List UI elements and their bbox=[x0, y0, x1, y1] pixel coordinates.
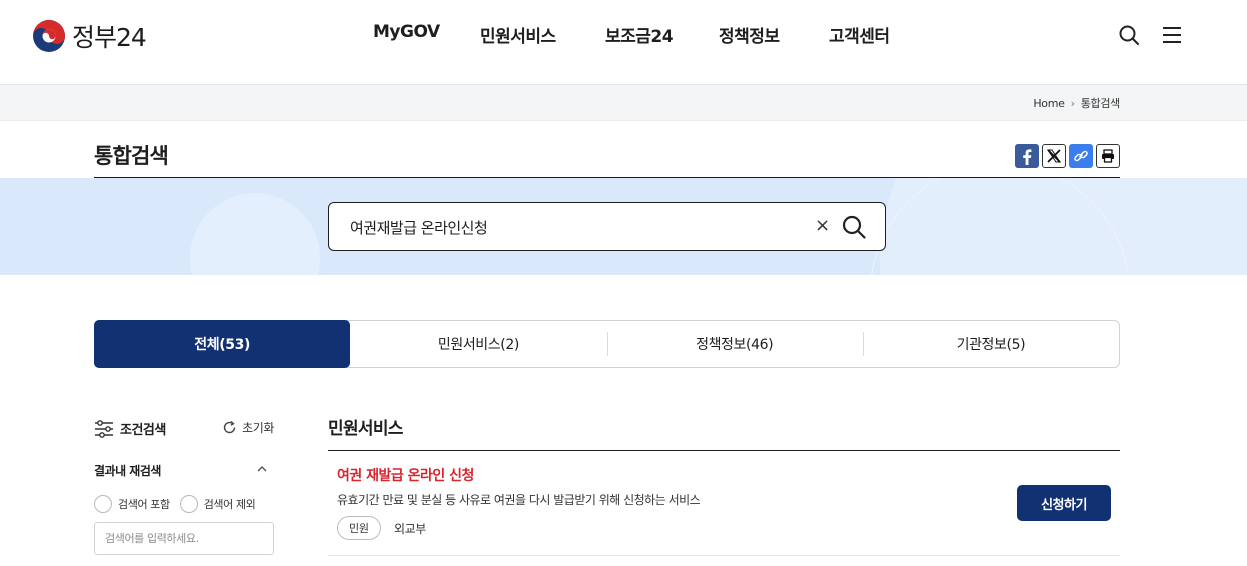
apply-button[interactable]: 신청하기 bbox=[1017, 485, 1111, 521]
breadcrumb: Home › 통합검색 bbox=[1033, 95, 1120, 111]
result-tabs: 전체(53) 민원서비스(2) 정책정보(46) 기관정보(5) bbox=[94, 320, 1120, 368]
taegeuk-logo-icon bbox=[33, 20, 65, 52]
decorative-circle bbox=[190, 193, 320, 275]
search-query[interactable]: 여권재발급 온라인신청 bbox=[350, 217, 488, 238]
breadcrumb-current: 통합검색 bbox=[1080, 97, 1121, 110]
search-scope-options: 검색어 포함 검색어 제외 bbox=[94, 495, 256, 513]
results-section-title: 민원서비스 bbox=[328, 419, 403, 439]
refine-search-label: 결과내 재검색 bbox=[94, 464, 161, 478]
chevron-right-icon: › bbox=[1070, 96, 1075, 110]
print-icon[interactable] bbox=[1096, 144, 1120, 168]
category-badge: 민원 bbox=[337, 516, 381, 540]
refine-keyword-input[interactable] bbox=[94, 522, 274, 555]
sliders-icon bbox=[95, 419, 113, 438]
nav-policy-info[interactable]: 정책정보 bbox=[719, 22, 829, 47]
filter-title-label: 조건검색 bbox=[120, 423, 166, 438]
reset-label: 초기화 bbox=[242, 421, 274, 435]
clear-icon[interactable]: × bbox=[815, 215, 830, 237]
reset-button[interactable]: 초기화 bbox=[222, 419, 274, 436]
list-item: 여권 재발급 온라인 신청 유효기간 만료 및 분실 등 사유로 여권을 다시 … bbox=[328, 451, 1120, 556]
result-description: 유효기간 만료 및 분실 등 사유로 여권을 다시 발급받기 위해 신청하는 서… bbox=[337, 493, 701, 507]
tab-agency-info[interactable]: 기관정보(5) bbox=[862, 321, 1119, 367]
filter-header: 조건검색 초기화 bbox=[94, 418, 274, 438]
refresh-icon bbox=[223, 420, 236, 434]
nav-mygov[interactable]: MyGOV bbox=[373, 22, 480, 47]
page-title: 통합검색 bbox=[94, 144, 169, 168]
radio-include-keyword[interactable]: 검색어 포함 bbox=[94, 495, 170, 513]
breadcrumb-bar: Home › 통합검색 bbox=[0, 85, 1247, 121]
search-band: 여권재발급 온라인신청 × bbox=[0, 178, 1247, 275]
facebook-icon[interactable] bbox=[1015, 144, 1039, 168]
nav-civil-services[interactable]: 민원서비스 bbox=[480, 22, 605, 47]
tab-policy-info[interactable]: 정책정보(46) bbox=[606, 321, 863, 367]
nav-customer-center[interactable]: 고객센터 bbox=[829, 22, 909, 47]
filter-title: 조건검색 bbox=[94, 419, 166, 438]
site-logo[interactable]: 정부24 bbox=[32, 18, 147, 54]
search-submit-icon[interactable] bbox=[841, 214, 867, 240]
link-icon[interactable] bbox=[1069, 144, 1093, 168]
radio-label: 검색어 제외 bbox=[203, 498, 256, 511]
chevron-up-icon[interactable] bbox=[256, 463, 268, 475]
nav-subsidy24[interactable]: 보조금24 bbox=[605, 22, 719, 47]
radio-circle[interactable] bbox=[179, 495, 198, 513]
hamburger-menu-icon[interactable] bbox=[1161, 24, 1183, 46]
radio-label: 검색어 포함 bbox=[118, 498, 170, 511]
tab-civil-services[interactable]: 민원서비스(2) bbox=[350, 321, 606, 367]
search-icon[interactable] bbox=[1118, 24, 1140, 46]
tab-all[interactable]: 전체(53) bbox=[94, 320, 351, 368]
logo-text: 정부24 bbox=[72, 23, 147, 52]
refine-search-header: 결과내 재검색 bbox=[94, 461, 274, 479]
agency-name: 외교부 bbox=[394, 522, 426, 536]
radio-circle[interactable] bbox=[94, 495, 112, 513]
radio-exclude-keyword[interactable]: 검색어 제외 bbox=[179, 495, 256, 513]
site-header: 정부24 MyGOV 민원서비스 보조금24 정책정보 고객센터 bbox=[0, 0, 1247, 85]
main-navigation: MyGOV 민원서비스 보조금24 정책정보 고객센터 bbox=[373, 22, 909, 47]
share-toolbar bbox=[1015, 144, 1120, 168]
breadcrumb-home[interactable]: Home bbox=[1033, 97, 1065, 110]
x-icon[interactable] bbox=[1042, 144, 1066, 168]
search-input[interactable]: 여권재발급 온라인신청 × bbox=[328, 202, 886, 251]
result-title-link[interactable]: 여권 재발급 온라인 신청 bbox=[337, 465, 474, 485]
